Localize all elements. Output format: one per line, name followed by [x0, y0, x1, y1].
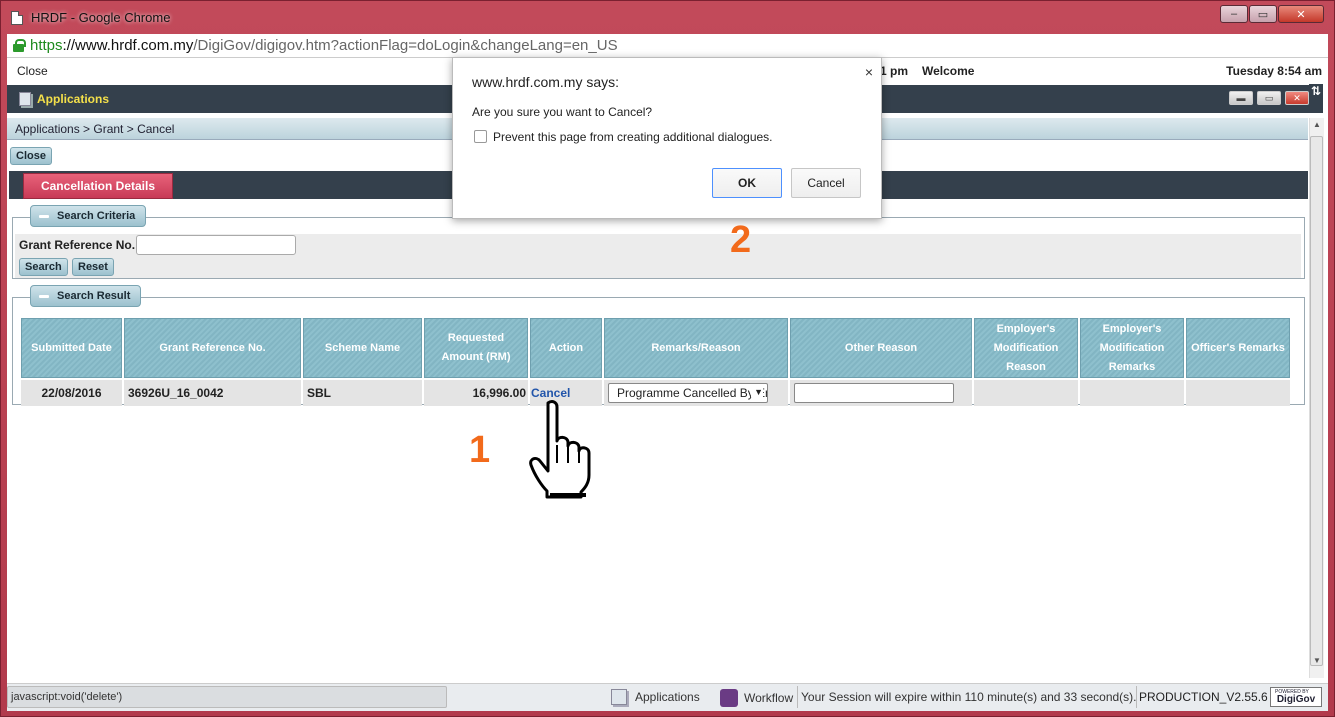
workflow-icon	[720, 689, 738, 707]
scrollbar-thumb[interactable]	[1310, 136, 1323, 666]
panel-minimize-button[interactable]: ▬	[1229, 91, 1253, 105]
search-result-title: Search Result	[57, 290, 131, 302]
session-expiry-text: Your Session will expire within 110 minu…	[797, 686, 1137, 708]
last-login-time: 1 pm	[880, 64, 909, 78]
close-window-button[interactable]: ✕	[1278, 5, 1324, 23]
search-criteria-legend[interactable]: Search Criteria	[30, 205, 147, 227]
tab-cancellation-details[interactable]: Cancellation Details	[23, 173, 173, 199]
logo-small-text: POWERED BY	[1275, 689, 1309, 695]
search-result-section: Submitted Date Grant Reference No. Schem…	[12, 297, 1305, 408]
restore-button[interactable]: ▭	[1249, 5, 1277, 23]
window-titlebar: HRDF - Google Chrome ‒ ▭ ✕	[1, 1, 1334, 34]
search-criteria-section: Grant Reference No. Search Reset	[12, 217, 1305, 279]
search-button[interactable]: Search	[19, 258, 68, 276]
cell-remarks: Programme Cancelled By Employer ▼	[604, 380, 788, 406]
version-text: PRODUCTION_V2.55.6	[1136, 686, 1268, 708]
panel-close-button[interactable]: ✕	[1285, 91, 1309, 105]
search-criteria-body: Grant Reference No. Search Reset	[15, 234, 1301, 278]
col-employer-mod-reason: Employer's Modification Reason	[974, 318, 1078, 378]
window-title: HRDF - Google Chrome	[31, 10, 171, 25]
statusbar-workflow-label: Workflow	[744, 691, 794, 705]
current-datetime: Tuesday 8:54 am	[1226, 64, 1322, 78]
scroll-up-icon[interactable]: ▲	[1313, 120, 1321, 129]
dialog-close-icon[interactable]: ×	[865, 64, 873, 80]
confirm-dialog: www.hrdf.com.my says: × Are you sure you…	[452, 57, 882, 219]
reset-button[interactable]: Reset	[72, 258, 114, 276]
collapse-icon	[39, 294, 49, 298]
status-bar: javascript:void('delete') Applications W…	[7, 683, 1328, 711]
cell-submitted-date: 22/08/2016	[21, 380, 122, 406]
statusbar-applications[interactable]: Applications	[611, 689, 700, 705]
grant-ref-label: Grant Reference No.	[19, 238, 136, 252]
col-remarks-reason: Remarks/Reason	[604, 318, 788, 378]
cell-amount: 16,996.00	[424, 380, 528, 406]
dialog-title: www.hrdf.com.my says:	[472, 74, 620, 90]
minimize-button[interactable]: ‒	[1220, 5, 1248, 23]
cell-other-reason	[790, 380, 972, 406]
browser-window: HRDF - Google Chrome ‒ ▭ ✕ https://www.h…	[0, 0, 1335, 717]
remarks-select[interactable]: Programme Cancelled By Employer ▼	[608, 383, 768, 403]
search-result-legend[interactable]: Search Result	[30, 285, 142, 307]
sort-arrows-icon[interactable]: ⇅	[1309, 84, 1323, 98]
url-host: ://www.hrdf.com.my	[62, 37, 194, 54]
lock-icon	[13, 39, 26, 52]
col-officers-remarks: Officer's Remarks	[1186, 318, 1290, 378]
cell-scheme: SBL	[303, 380, 422, 406]
hand-cursor-icon	[529, 400, 591, 499]
dialog-cancel-button[interactable]: Cancel	[791, 168, 861, 198]
step-1-annotation: 1	[469, 429, 491, 471]
col-requested-amount: Requested Amount (RM)	[424, 318, 528, 378]
remarks-selected-value: Programme Cancelled By Employer	[617, 386, 767, 400]
top-close-link[interactable]: Close	[17, 64, 48, 78]
table-header-row: Submitted Date Grant Reference No. Schem…	[21, 318, 1290, 378]
cell-grant-ref: 36926U_16_0042	[124, 380, 301, 406]
cell-officer-remarks	[1186, 380, 1290, 406]
statusbar-workflow[interactable]: Workflow	[720, 689, 793, 707]
other-reason-input[interactable]	[794, 383, 954, 403]
statusbar-applications-label: Applications	[635, 690, 700, 704]
panel-maximize-button[interactable]: ▭	[1257, 91, 1281, 105]
col-other-reason: Other Reason	[790, 318, 972, 378]
dialog-ok-button[interactable]: OK	[712, 168, 782, 198]
table-row: 22/08/2016 36926U_16_0042 SBL 16,996.00 …	[21, 380, 1290, 406]
col-scheme-name: Scheme Name	[303, 318, 422, 378]
dropdown-arrow-icon: ▼	[751, 387, 763, 397]
collapse-icon	[39, 214, 49, 218]
cell-emp-mod-reason	[974, 380, 1078, 406]
col-grant-ref: Grant Reference No.	[124, 318, 301, 378]
results-table: Submitted Date Grant Reference No. Schem…	[19, 316, 1292, 408]
dialog-message: Are you sure you want to Cancel?	[472, 105, 653, 119]
applications-label: Applications	[37, 92, 110, 106]
col-action: Action	[530, 318, 602, 378]
page-icon	[11, 10, 23, 25]
address-bar[interactable]: https://www.hrdf.com.my/DigiGov/digigov.…	[7, 34, 1328, 58]
digigov-logo: POWERED BY DigiGov	[1270, 687, 1322, 707]
applications-icon	[19, 92, 31, 106]
col-submitted-date: Submitted Date	[21, 318, 122, 378]
window-controls: ‒ ▭ ✕	[1219, 5, 1324, 23]
prevent-dialogs-label[interactable]: Prevent this page from creating addition…	[493, 130, 773, 144]
url-path: /DigiGov/digigov.htm?actionFlag=doLogin&…	[193, 37, 618, 54]
search-criteria-title: Search Criteria	[57, 210, 136, 222]
grant-ref-input[interactable]	[136, 235, 296, 255]
logo-text: DigiGov	[1276, 694, 1316, 705]
cell-emp-mod-remarks	[1080, 380, 1184, 406]
col-employer-mod-remarks: Employer's Modification Remarks	[1080, 318, 1184, 378]
step-2-annotation: 2	[730, 219, 752, 261]
scroll-down-icon[interactable]: ▼	[1313, 656, 1321, 665]
welcome-text: Welcome	[922, 64, 975, 78]
link-preview: javascript:void('delete')	[7, 686, 447, 708]
close-button[interactable]: Close	[10, 147, 52, 165]
cancel-link[interactable]: Cancel	[531, 386, 570, 400]
applications-icon	[611, 689, 627, 705]
url-scheme: https	[30, 37, 63, 54]
prevent-dialogs-checkbox[interactable]	[474, 130, 487, 143]
panel-controls: ▬ ▭ ✕	[1229, 91, 1309, 105]
